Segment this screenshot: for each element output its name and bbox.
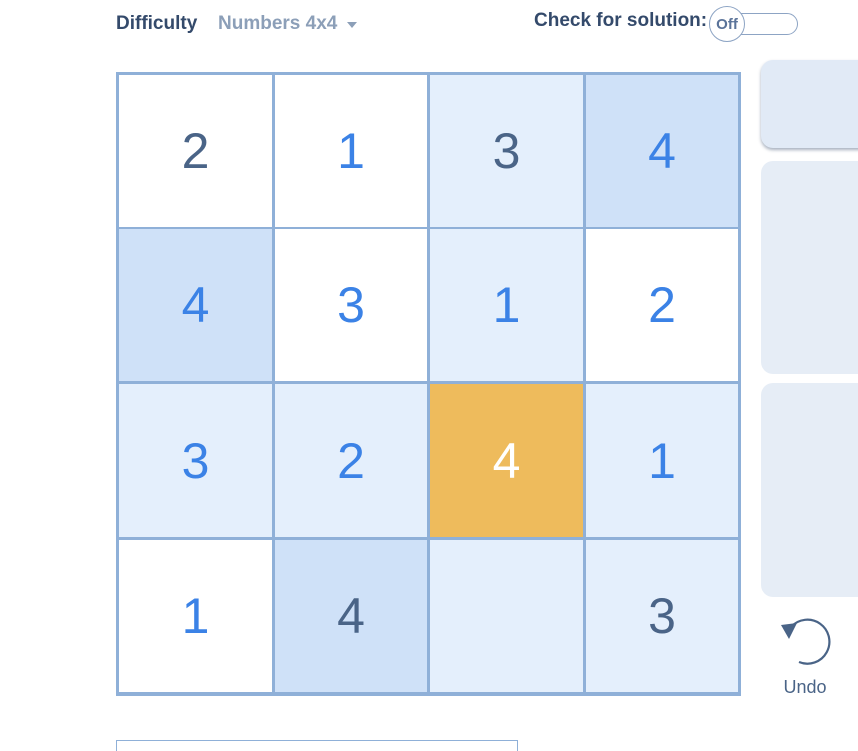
toggle-knob[interactable]: Off	[709, 6, 745, 42]
board-cell[interactable]: 3	[275, 229, 427, 381]
board-cell[interactable]: 4	[275, 540, 427, 692]
bottom-panel	[116, 740, 518, 751]
sudoku-board: 213443123241143	[116, 72, 741, 696]
undo-label: Undo	[783, 677, 827, 697]
difficulty-dropdown[interactable]: Numbers 4x4	[218, 13, 358, 35]
side-panel	[761, 383, 858, 597]
board-cell[interactable]: 2	[586, 229, 738, 381]
undo-icon	[781, 618, 831, 665]
check-solution-toggle[interactable]: Off	[709, 6, 798, 42]
board-cell[interactable]	[430, 540, 583, 692]
check-solution-label: Check for solution:	[534, 10, 708, 31]
side-panel	[761, 161, 858, 374]
board-cell[interactable]: 1	[430, 229, 583, 381]
difficulty-label: Difficulty	[116, 13, 198, 34]
board-cell[interactable]: 4	[119, 229, 272, 381]
board-cell[interactable]: 2	[119, 75, 272, 227]
board-cell[interactable]: 3	[586, 540, 738, 692]
undo-button[interactable]: Undo	[772, 615, 838, 698]
chevron-down-icon	[347, 22, 358, 28]
board-cell[interactable]: 1	[586, 384, 738, 537]
game-page: Difficulty Numbers 4x4 Check for solutio…	[0, 0, 858, 751]
board-cell[interactable]: 4	[586, 75, 738, 227]
board-cell[interactable]: 1	[275, 75, 427, 227]
board-cell[interactable]: 3	[430, 75, 583, 227]
board-cell[interactable]: 2	[275, 384, 427, 537]
board-cell[interactable]: 1	[119, 540, 272, 692]
toggle-state-label: Off	[716, 15, 738, 33]
difficulty-value: Numbers 4x4	[218, 13, 338, 34]
board-cell[interactable]: 3	[119, 384, 272, 537]
board-cell-selected[interactable]: 4	[430, 384, 583, 537]
number-pad-button[interactable]	[761, 60, 858, 148]
